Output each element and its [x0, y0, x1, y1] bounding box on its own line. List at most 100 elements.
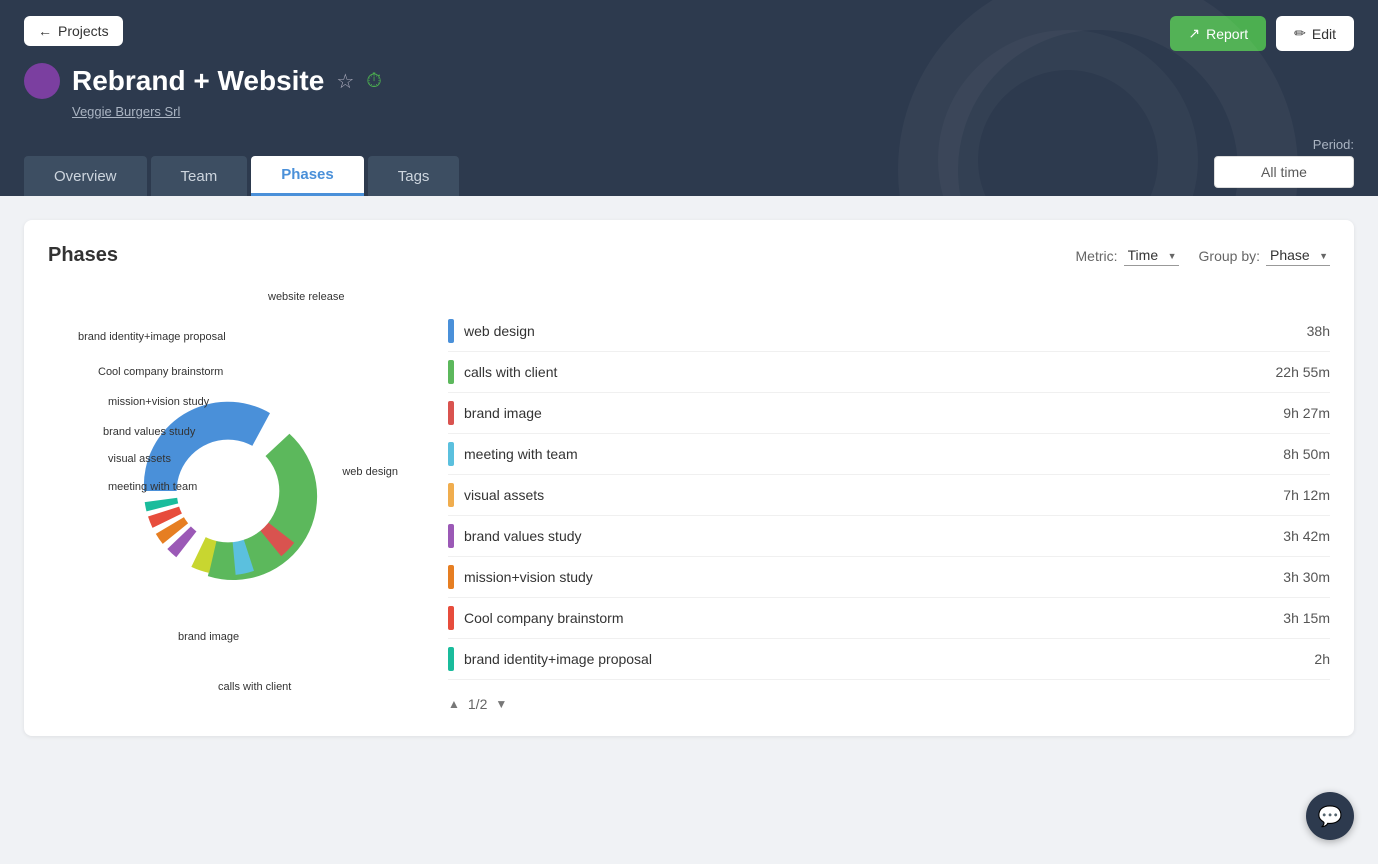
legend-item-left: web design — [448, 319, 535, 343]
metric-label: Metric: — [1076, 248, 1118, 264]
legend-item-left: brand identity+image proposal — [448, 647, 652, 671]
edit-pencil-icon: ✏ — [1294, 25, 1306, 42]
groupby-select-wrapper: Phase — [1266, 245, 1330, 266]
timer-icon[interactable]: ⏱ — [366, 70, 382, 93]
legend-item-name: meeting with team — [464, 446, 578, 462]
period-label: Period: — [1313, 137, 1354, 152]
label-web-design: web design — [342, 466, 398, 478]
legend-item-value: 7h 12m — [1283, 487, 1330, 503]
legend-item: brand values study 3h 42m — [448, 516, 1330, 557]
label-website-release: website release — [268, 291, 344, 303]
period-select[interactable]: All time — [1214, 156, 1354, 188]
legend-item-value: 22h 55m — [1276, 364, 1330, 380]
legend-color — [448, 524, 454, 548]
legend-item-left: visual assets — [448, 483, 544, 507]
legend-color — [448, 442, 454, 466]
metric-select[interactable]: Time — [1124, 245, 1179, 266]
legend-item-left: Cool company brainstorm — [448, 606, 624, 630]
legend-item-left: brand image — [448, 401, 542, 425]
legend-item-value: 3h 15m — [1283, 610, 1330, 626]
legend-item-name: mission+vision study — [464, 569, 593, 585]
chat-button[interactable]: 💬 — [1306, 792, 1354, 840]
legend-color — [448, 483, 454, 507]
metric-control: Metric: Time — [1076, 245, 1179, 266]
pagination-prev[interactable]: ▲ — [448, 697, 460, 711]
legend-item: visual assets 7h 12m — [448, 475, 1330, 516]
legend-item: brand image 9h 27m — [448, 393, 1330, 434]
tab-tags[interactable]: Tags — [368, 156, 460, 196]
label-meeting-team: meeting with team — [108, 481, 197, 493]
tab-team[interactable]: Team — [151, 156, 248, 196]
legend-items: web design 38h calls with client 22h 55m… — [448, 311, 1330, 680]
star-icon[interactable]: ☆ — [336, 69, 354, 94]
label-calls-client: calls with client — [218, 681, 291, 693]
label-brand-identity: brand identity+image proposal — [78, 331, 226, 343]
legend-item-left: meeting with team — [448, 442, 578, 466]
card-controls: Metric: Time Group by: Phase — [1076, 245, 1330, 266]
donut-chart: website release brand identity+image pro… — [48, 291, 408, 711]
header-actions: ↗ Report ✏ Edit — [1170, 16, 1354, 51]
legend-item: Cool company brainstorm 3h 15m — [448, 598, 1330, 639]
report-chart-icon: ↗ — [1188, 25, 1200, 42]
main-content: Phases Metric: Time Group by: Phase — [0, 196, 1378, 760]
edit-button[interactable]: ✏ Edit — [1276, 16, 1354, 51]
legend-color — [448, 647, 454, 671]
tabs-and-period: Overview Team Phases Tags Period: All ti… — [24, 137, 1354, 196]
legend-item: mission+vision study 3h 30m — [448, 557, 1330, 598]
groupby-label: Group by: — [1199, 248, 1260, 264]
legend-item-name: brand values study — [464, 528, 582, 544]
legend-item-name: brand identity+image proposal — [464, 651, 652, 667]
label-cool-company: Cool company brainstorm — [98, 366, 223, 378]
project-title: Rebrand + Website — [72, 65, 324, 97]
phases-card: Phases Metric: Time Group by: Phase — [24, 220, 1354, 736]
chart-container: website release brand identity+image pro… — [48, 291, 1330, 712]
label-brand-image-bottom: brand image — [178, 631, 239, 643]
legend-container: web design 38h calls with client 22h 55m… — [448, 291, 1330, 712]
chat-icon: 💬 — [1318, 804, 1343, 829]
legend-item-name: calls with client — [464, 364, 557, 380]
company-link[interactable]: Veggie Burgers Srl — [24, 103, 1354, 121]
groupby-control: Group by: Phase — [1199, 245, 1330, 266]
legend-color — [448, 401, 454, 425]
tab-overview[interactable]: Overview — [24, 156, 147, 196]
report-button[interactable]: ↗ Report — [1170, 16, 1266, 51]
pagination-next[interactable]: ▼ — [495, 697, 507, 711]
legend-item-name: brand image — [464, 405, 542, 421]
phases-card-title: Phases — [48, 244, 118, 267]
pagination: ▲ 1/2 ▼ — [448, 696, 1330, 712]
legend-item-value: 3h 42m — [1283, 528, 1330, 544]
tabs: Overview Team Phases Tags — [24, 156, 459, 196]
legend-item-value: 8h 50m — [1283, 446, 1330, 462]
header: ← Projects ↗ Report ✏ Edit Rebrand + Web… — [0, 0, 1378, 196]
label-brand-values: brand values study — [103, 426, 195, 438]
pagination-current: 1/2 — [468, 696, 487, 712]
legend-item: brand identity+image proposal 2h — [448, 639, 1330, 680]
tab-phases[interactable]: Phases — [251, 156, 364, 196]
legend-item-left: mission+vision study — [448, 565, 593, 589]
metric-select-wrapper: Time — [1124, 245, 1179, 266]
legend-item-name: web design — [464, 323, 535, 339]
label-visual-assets: visual assets — [108, 453, 171, 465]
legend-color — [448, 360, 454, 384]
top-bar: ← Projects ↗ Report ✏ Edit — [24, 16, 1354, 51]
groupby-select[interactable]: Phase — [1266, 245, 1330, 266]
legend-item-value: 38h — [1307, 323, 1330, 339]
legend-color — [448, 319, 454, 343]
project-title-row: Rebrand + Website ☆ ⏱ — [24, 63, 1354, 99]
period-section: Period: All time — [1214, 137, 1354, 196]
phases-card-header: Phases Metric: Time Group by: Phase — [48, 244, 1330, 267]
legend-item-left: calls with client — [448, 360, 557, 384]
legend-item-value: 2h — [1314, 651, 1330, 667]
legend-item: calls with client 22h 55m — [448, 352, 1330, 393]
legend-item: meeting with team 8h 50m — [448, 434, 1330, 475]
legend-color — [448, 606, 454, 630]
legend-item-name: visual assets — [464, 487, 544, 503]
legend-item-name: Cool company brainstorm — [464, 610, 624, 626]
projects-button[interactable]: ← Projects — [24, 16, 123, 46]
avatar — [24, 63, 60, 99]
projects-label: Projects — [58, 23, 109, 39]
legend-item: web design 38h — [448, 311, 1330, 352]
legend-color — [448, 565, 454, 589]
label-mission-vision: mission+vision study — [108, 396, 209, 408]
back-arrow-icon: ← — [38, 23, 52, 39]
